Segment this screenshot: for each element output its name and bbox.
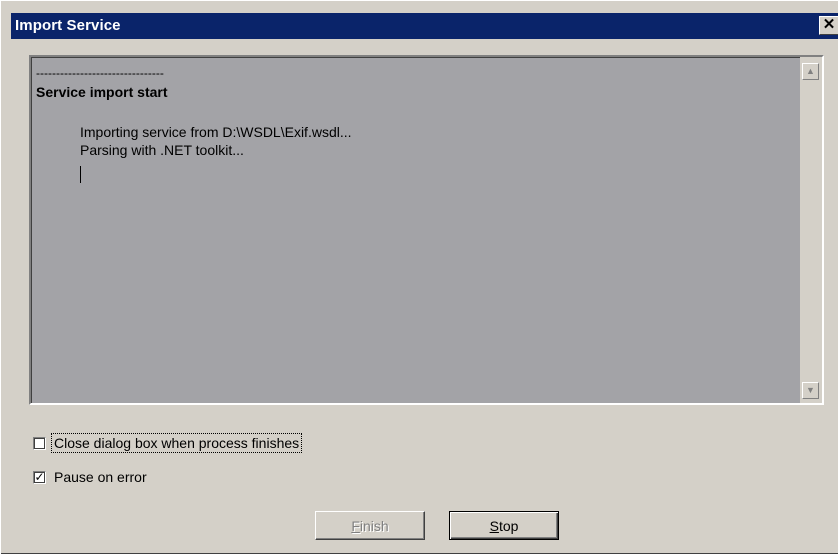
finish-button[interactable]: Finish — [315, 511, 425, 540]
pause-on-error-option[interactable]: ✓ Pause on error — [33, 466, 149, 488]
close-icon: ✕ — [822, 16, 836, 33]
finish-mnemonic: F — [351, 517, 360, 534]
close-button[interactable]: ✕ — [819, 16, 838, 35]
import-service-dialog: Import Service ✕ -----------------------… — [0, 0, 838, 554]
title-bar[interactable]: Import Service ✕ — [11, 13, 838, 39]
stop-label: top — [498, 517, 519, 534]
log-text-area[interactable]: -------------------------------- Service… — [31, 57, 800, 403]
close-dialog-option[interactable]: Close dialog box when process finishes — [33, 432, 303, 454]
log-heading: Service import start — [36, 84, 168, 100]
stop-button[interactable]: Stop — [449, 511, 559, 540]
pause-on-error-label[interactable]: Pause on error — [52, 468, 149, 486]
scroll-down-arrow-icon: ▼ — [806, 385, 815, 395]
checkmark-icon: ✓ — [34, 469, 45, 484]
scroll-up-arrow-icon: ▲ — [806, 66, 815, 76]
stop-mnemonic: S — [489, 517, 499, 534]
scroll-down-button[interactable]: ▼ — [802, 382, 819, 399]
text-caret — [80, 166, 81, 183]
close-dialog-checkbox[interactable] — [33, 436, 46, 450]
log-line: Parsing with .NET toolkit... — [80, 142, 244, 158]
log-divider-line: -------------------------------- — [36, 66, 164, 80]
window-title: Import Service — [15, 17, 121, 34]
close-dialog-label[interactable]: Close dialog box when process finishes — [50, 433, 303, 453]
import-log-panel[interactable]: -------------------------------- Service… — [29, 55, 824, 405]
scroll-up-button[interactable]: ▲ — [802, 63, 819, 80]
vertical-scrollbar[interactable]: ▲ ▼ — [800, 57, 822, 403]
finish-label: inish — [359, 517, 389, 534]
log-line: Importing service from D:\WSDL\Exif.wsdl… — [80, 124, 352, 140]
pause-on-error-checkbox[interactable]: ✓ — [33, 469, 46, 484]
